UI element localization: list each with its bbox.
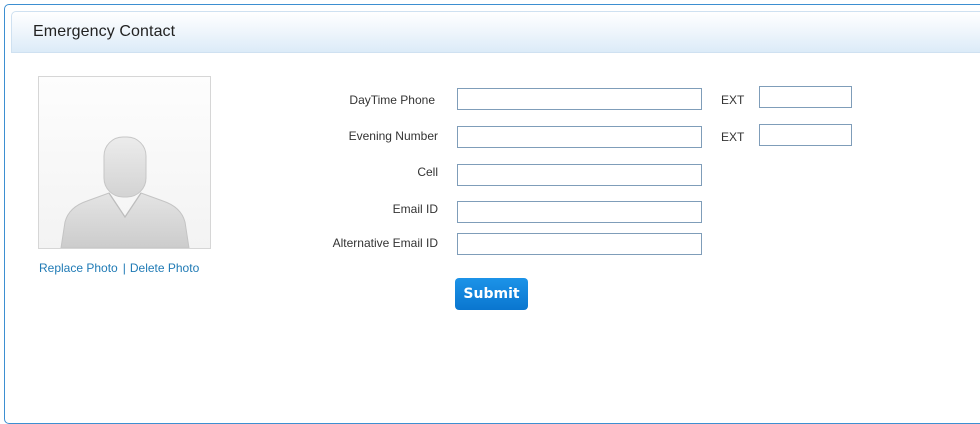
replace-photo-link[interactable]: Replace Photo	[39, 261, 118, 275]
daytime-phone-input[interactable]	[457, 88, 702, 110]
alt-email-label: Alternative Email ID	[332, 236, 438, 250]
alt-email-input[interactable]	[457, 233, 702, 255]
photo-links-separator: |	[122, 261, 126, 275]
email-input[interactable]	[457, 201, 702, 223]
email-label: Email ID	[392, 202, 438, 216]
user-silhouette-icon	[60, 136, 190, 248]
photo-actions: Replace Photo | Delete Photo	[39, 261, 199, 275]
evening-ext-input[interactable]	[759, 124, 852, 146]
evening-ext-label: EXT	[721, 130, 745, 144]
daytime-ext-input[interactable]	[759, 86, 852, 108]
page-title: Emergency Contact	[33, 23, 176, 40]
submit-button[interactable]: Submit	[455, 278, 528, 310]
panel-header: Emergency Contact	[11, 11, 980, 53]
delete-photo-link[interactable]: Delete Photo	[130, 261, 199, 275]
cell-label: Cell	[417, 165, 438, 179]
evening-number-label: Evening Number	[348, 129, 438, 143]
cell-input[interactable]	[457, 164, 702, 186]
daytime-ext-label: EXT	[721, 93, 745, 107]
evening-number-input[interactable]	[457, 126, 702, 148]
profile-photo	[38, 76, 211, 249]
daytime-phone-label: DayTime Phone	[349, 93, 435, 107]
